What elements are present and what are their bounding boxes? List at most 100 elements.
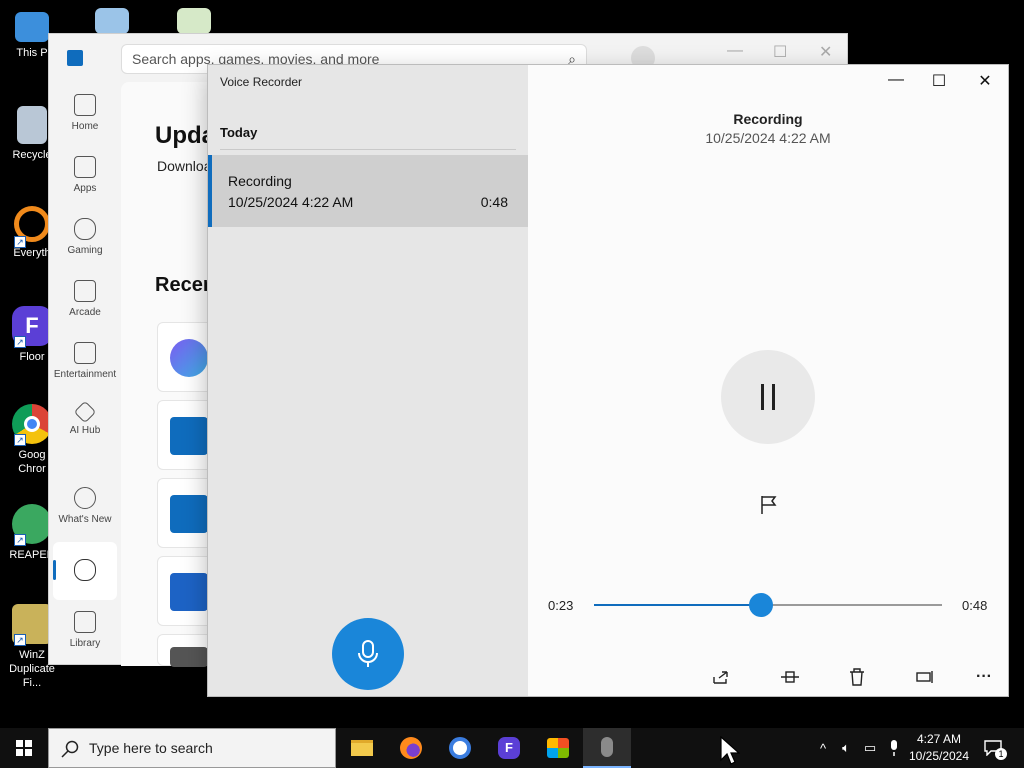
taskbar: Type here to search F ^ 🔈︎ ▭ 4:27 AM 10/… <box>0 728 1024 768</box>
notification-center-button[interactable]: 1 <box>980 728 1007 768</box>
media-player-icon <box>170 573 208 611</box>
total-time: 0:48 <box>962 598 988 613</box>
video-editor-icon <box>170 417 208 455</box>
notification-badge: 1 <box>995 748 1007 760</box>
show-hidden-icons[interactable]: ^ <box>814 728 832 768</box>
share-icon <box>713 671 728 684</box>
nav-library[interactable]: Library <box>53 611 117 649</box>
folder-icon <box>351 740 373 756</box>
picture-icon <box>95 8 129 34</box>
taskbar-search-box[interactable]: Type here to search <box>48 728 336 768</box>
window-title: Voice Recorder <box>220 75 303 89</box>
cloud-download-icon <box>74 559 96 581</box>
rename-button[interactable] <box>913 665 939 689</box>
store-bag-icon <box>547 738 569 758</box>
maximize-button[interactable]: ☐ <box>924 71 954 91</box>
home-icon <box>74 94 96 116</box>
nav-label: Arcade <box>69 307 101 318</box>
shortcut-arrow-icon: ↗ <box>14 336 26 348</box>
recycle-bin-icon <box>17 106 47 144</box>
sparkle-icon <box>73 400 97 424</box>
nav-label: Entertainment <box>53 369 117 380</box>
close-button[interactable]: ✕ <box>970 71 1000 91</box>
recordings-pane: Voice Recorder Today Recording 10/25/202… <box>208 65 528 696</box>
recording-name: Recording <box>228 173 292 189</box>
trim-button[interactable] <box>777 665 803 689</box>
minimize-button[interactable]: — <box>881 71 911 89</box>
minimize-icon[interactable]: — <box>727 42 743 60</box>
microphone-icon <box>601 737 613 757</box>
chevron-up-icon: ^ <box>819 740 827 756</box>
trash-icon <box>850 668 864 686</box>
windows-logo-icon <box>16 740 32 756</box>
recording-list-item[interactable]: Recording 10/25/2024 4:22 AM 0:48 <box>208 155 528 227</box>
elapsed-time: 0:23 <box>548 598 574 613</box>
library-icon <box>74 611 96 633</box>
shortcut-arrow-icon: ↗ <box>14 534 26 546</box>
taskbar-store[interactable] <box>534 728 582 768</box>
share-button[interactable] <box>708 665 734 689</box>
more-icon: ··· <box>976 668 992 685</box>
nav-label: What's New <box>58 514 112 525</box>
clapperboard-icon <box>74 342 96 364</box>
gamepad-icon <box>74 218 96 240</box>
close-icon: ✕ <box>978 73 992 90</box>
nav-apps[interactable]: Apps <box>53 156 117 194</box>
network-button[interactable]: ▭ <box>860 728 880 768</box>
taskbar-file-explorer[interactable] <box>338 728 386 768</box>
pause-icon <box>761 384 764 410</box>
nav-label: Home <box>71 121 99 132</box>
nav-entertainment[interactable]: Entertainment <box>53 342 117 380</box>
taskbar-floorp[interactable]: F <box>485 728 533 768</box>
taskbar-clock[interactable]: 4:27 AM 10/25/2024 <box>904 731 974 765</box>
playback-slider[interactable] <box>594 593 942 617</box>
selection-indicator <box>208 155 212 227</box>
nav-gaming[interactable]: Gaming <box>53 218 117 256</box>
close-icon[interactable]: ✕ <box>819 42 832 62</box>
slider-fill <box>594 604 762 606</box>
notepad-icon <box>177 8 211 34</box>
clock-time: 4:27 AM <box>916 732 962 746</box>
slider-thumb[interactable] <box>749 593 774 617</box>
minimize-icon: — <box>888 71 904 88</box>
store-logo-icon <box>67 50 83 66</box>
maximize-icon: ☐ <box>931 73 947 90</box>
start-button[interactable] <box>0 728 48 768</box>
nav-arcade[interactable]: Arcade <box>53 280 117 318</box>
maximize-icon[interactable]: ☐ <box>773 42 787 62</box>
microphone-icon <box>358 640 378 667</box>
section-header: Today <box>220 125 258 140</box>
apps-icon <box>74 156 96 178</box>
pause-button[interactable] <box>721 350 815 444</box>
shortcut-arrow-icon: ↗ <box>14 634 26 646</box>
clock-date: 10/25/2024 <box>908 749 970 763</box>
section-divider <box>220 149 516 150</box>
taskbar-chromium[interactable] <box>436 728 484 768</box>
nav-label: AI Hub <box>69 425 101 436</box>
pause-icon-bar <box>772 384 775 410</box>
rename-icon <box>916 671 933 683</box>
taskbar-firefox[interactable] <box>387 728 435 768</box>
microphone-icon <box>891 740 897 756</box>
page-title: Upda <box>155 122 215 149</box>
nav-home[interactable]: Home <box>53 94 117 132</box>
nav-label: Library <box>69 638 101 649</box>
add-marker-flag-icon[interactable] <box>760 495 778 515</box>
taskbar-voice-recorder[interactable] <box>583 728 631 768</box>
mouse-cursor-icon <box>720 736 740 765</box>
speaker-icon: 🔈︎ <box>842 740 850 755</box>
record-button[interactable] <box>332 618 404 690</box>
shortcut-arrow-icon: ↗ <box>14 434 26 446</box>
trim-icon <box>781 671 799 683</box>
recording-duration: 0:48 <box>480 194 508 210</box>
shortcut-arrow-icon: ↗ <box>14 236 26 248</box>
network-icon: ▭ <box>863 740 877 755</box>
nav-whats-new[interactable]: What's New <box>53 487 117 525</box>
more-options-button[interactable]: ··· <box>971 665 997 689</box>
recording-date: 10/25/2024 4:22 AM <box>228 194 354 210</box>
volume-button[interactable]: 🔈︎ <box>836 728 856 768</box>
nav-ai-hub[interactable]: AI Hub <box>53 400 117 436</box>
microphone-in-use-indicator[interactable] <box>884 728 904 768</box>
nav-downloads[interactable] <box>53 542 117 600</box>
delete-button[interactable] <box>844 665 870 689</box>
